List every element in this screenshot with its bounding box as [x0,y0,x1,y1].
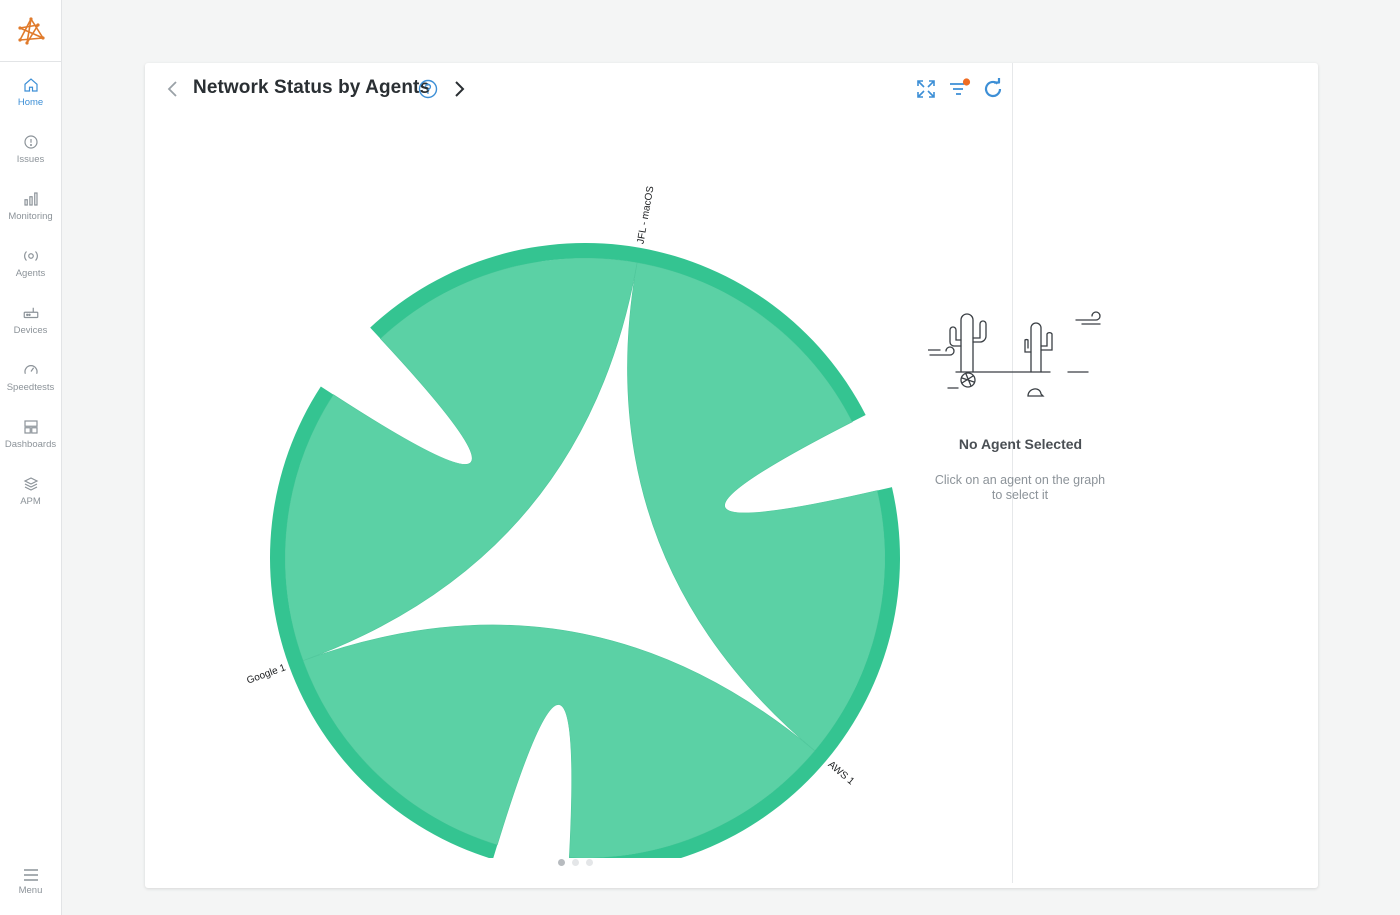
sidebar-item-label: Dashboards [4,439,57,450]
sidebar-item-label: Speedtests [6,382,55,393]
next-widget-button[interactable] [449,79,469,99]
sidebar-item-speedtests[interactable]: Speedtests [0,359,61,409]
previous-widget-button[interactable] [163,79,183,99]
agent-radio-icon [23,251,38,261]
pagination-dot-1[interactable] [558,859,565,866]
logo-icon [17,16,45,45]
cactus-desert-illustration [928,311,1101,397]
menu-button[interactable]: Menu [0,868,61,904]
agent-label[interactable]: JFL - macOS [635,185,656,245]
sidebar-item-label: Home [17,97,44,108]
question-circle-icon [418,79,438,99]
sidebar-item-issues[interactable]: Issues [0,131,61,181]
empty-state-description: Click on an agent on the graph to select… [934,473,1106,502]
sidebar-item-label: Devices [13,325,48,336]
dashboard-grid-icon [23,420,38,434]
sidebar-item-label: Issues [16,154,45,165]
chevron-left-icon [167,81,177,97]
network-status-card: Network Status by Agents JFL - macOS AWS … [145,63,1318,888]
refresh-icon [984,78,1002,98]
sidebar-item-label: APM [20,496,41,507]
sidebar-item-devices[interactable]: Devices [0,302,61,352]
sidebar: Home Issues Monitoring Agents Devices Sp… [0,0,62,915]
sidebar-item-label: Monitoring [8,211,53,222]
alert-circle-icon [23,135,38,149]
carousel-pagination [558,859,593,866]
filter-icon [950,78,971,95]
sidebar-item-label: Agents [15,268,46,279]
agent-label[interactable]: AWS 1 [826,759,857,787]
menu-label: Menu [18,885,43,896]
expand-button[interactable] [914,77,938,101]
chevron-right-icon [455,81,465,97]
app-logo[interactable] [0,0,61,62]
router-icon [23,307,38,319]
hamburger-icon [23,869,38,881]
sidebar-item-agents[interactable]: Agents [0,245,61,295]
sidebar-item-apm[interactable]: APM [0,473,61,523]
agent-label[interactable]: Google 1 [245,662,287,686]
expand-icon [917,80,935,98]
layers-icon [23,477,38,491]
sidebar-item-dashboards[interactable]: Dashboards [0,416,61,466]
speedometer-icon [23,365,38,374]
bar-chart-icon [23,192,38,206]
empty-state-title: No Agent Selected [958,436,1083,452]
page-title: Network Status by Agents [193,77,431,98]
refresh-button[interactable] [981,77,1005,101]
pagination-dot-3[interactable] [586,859,593,866]
home-icon [23,78,38,92]
chord-ribbon[interactable] [284,257,638,661]
pagination-dot-2[interactable] [572,859,579,866]
help-button[interactable] [418,79,438,99]
chord-chart[interactable]: JFL - macOS AWS 1 Google 1 [205,178,965,858]
sidebar-item-monitoring[interactable]: Monitoring [0,188,61,238]
filter-button[interactable] [947,77,971,101]
sidebar-item-home[interactable]: Home [0,74,61,124]
filter-active-badge [962,78,971,86]
